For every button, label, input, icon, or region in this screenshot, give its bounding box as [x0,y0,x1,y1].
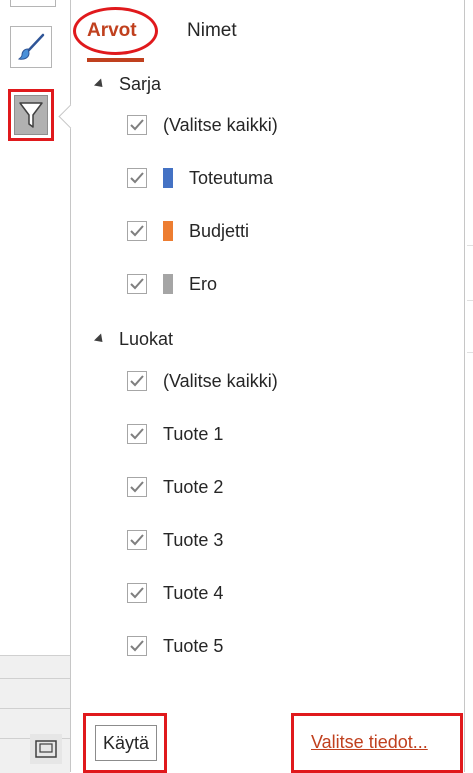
series-item-label: Ero [189,273,218,294]
chart-elements-button[interactable] [10,0,56,7]
series-color-swatch [163,274,173,294]
paintbrush-icon [17,33,45,60]
layout-icon [35,740,57,758]
checkbox-checked-icon[interactable] [127,477,147,497]
chart-filter-pane: Arvot Nimet Sarja (Valitse kaikki) Toteu… [58,0,465,773]
series-item-label: Budjetti [189,220,250,241]
series-item-select-all[interactable]: (Valitse kaikki) [127,112,278,138]
filter-tabs: Arvot Nimet [71,0,464,62]
tab-values-highlight [73,7,158,55]
collapse-triangle-icon [93,333,107,346]
tab-names[interactable]: Nimet [187,20,237,42]
select-data-link[interactable]: Valitse tiedot... [311,732,428,753]
checkbox-checked-icon[interactable] [127,424,147,444]
category-item-label: Tuote 5 [163,635,224,656]
category-item-tuote-4[interactable]: Tuote 4 [127,580,223,606]
checkbox-checked-icon[interactable] [127,221,147,241]
series-item-budjetti[interactable]: Budjetti [127,218,249,244]
checkbox-checked-icon[interactable] [127,371,147,391]
category-item-tuote-2[interactable]: Tuote 2 [127,474,223,500]
category-item-label: Tuote 1 [163,423,224,444]
category-item-label: Tuote 4 [163,582,224,603]
apply-button[interactable]: Käytä [95,725,157,761]
category-item-label: Tuote 3 [163,529,224,550]
series-item-ero[interactable]: Ero [127,271,217,297]
category-item-label: (Valitse kaikki) [163,370,278,391]
checkbox-checked-icon[interactable] [127,583,147,603]
checkbox-checked-icon[interactable] [127,274,147,294]
categories-section-header[interactable]: Luokat [93,329,174,350]
chart-styles-button[interactable] [10,26,52,68]
series-item-label: Toteutuma [189,167,274,188]
chart-filters-button[interactable] [8,89,54,141]
chart-filters-button-face [14,95,48,135]
categories-section-label: Luokat [119,329,174,349]
series-section-label: Sarja [119,74,162,94]
tab-values-underline [87,58,144,62]
filter-pane-footer: Käytä Valitse tiedot... [71,706,464,773]
series-item-label: (Valitse kaikki) [163,114,278,135]
page-layout-view-button[interactable] [30,734,62,764]
category-item-tuote-3[interactable]: Tuote 3 [127,527,223,553]
series-color-swatch [163,168,173,188]
category-item-tuote-1[interactable]: Tuote 1 [127,421,223,447]
series-section-header[interactable]: Sarja [93,74,162,95]
checkbox-checked-icon[interactable] [127,636,147,656]
category-item-select-all[interactable]: (Valitse kaikki) [127,368,278,394]
series-color-swatch [163,221,173,241]
sheet-edge-fragment [465,0,473,772]
series-item-toteutuma[interactable]: Toteutuma [127,165,273,191]
checkbox-checked-icon[interactable] [127,168,147,188]
collapse-triangle-icon [93,78,107,91]
category-item-label: Tuote 2 [163,476,224,497]
checkbox-checked-icon[interactable] [127,115,147,135]
checkbox-checked-icon[interactable] [127,530,147,550]
category-item-tuote-5[interactable]: Tuote 5 [127,633,223,659]
funnel-icon [19,102,43,128]
